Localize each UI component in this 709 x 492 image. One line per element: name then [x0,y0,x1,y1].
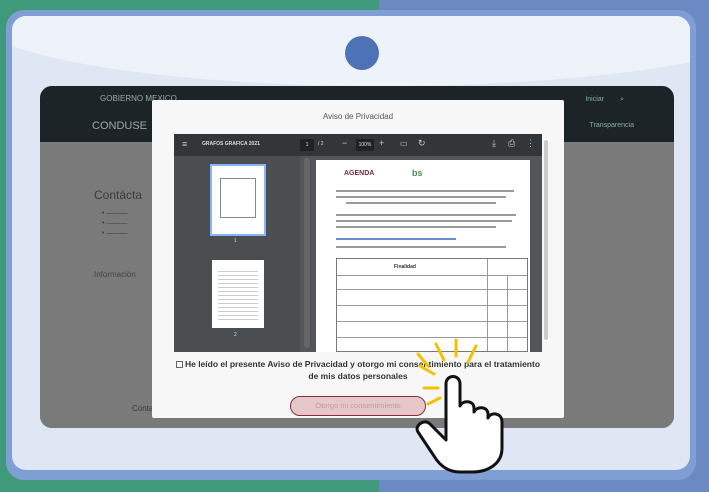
pdf-viewer: ≡ GRAFOS GRAFICA 2021 1 / 2 − 100% + ▭ ↻… [174,134,542,352]
document-text-line [346,202,496,204]
screen: GOBIERNO MEXICO CONDUSE Iniciar ⌕ Transp… [40,86,674,428]
document-text-line [336,246,506,248]
page-number-input[interactable]: 1 [300,139,314,151]
side-bullet: • ——— [102,230,128,237]
document-text-line [336,226,496,228]
zoom-in-icon[interactable]: + [379,138,384,148]
nav-link-right[interactable]: Transparencia [590,122,635,129]
zoom-out-icon[interactable]: − [342,138,347,148]
rotate-icon[interactable]: ↻ [418,138,426,149]
pdf-file-name: GRAFOS GRAFICA 2021 [202,141,260,147]
thumbnail-scrollbar[interactable] [304,158,310,348]
nav-link-2[interactable]: ⌕ [620,96,624,104]
pdf-page: AGENDA bs Finalidad [316,160,530,352]
thumbnail-page-1[interactable] [210,164,266,236]
site-brand[interactable]: CONDUSE [92,120,147,132]
thumbnail-number: 2 [234,332,237,338]
pdf-toolbar: ≡ GRAFOS GRAFICA 2021 1 / 2 − 100% + ▭ ↻… [174,134,542,156]
zoom-input[interactable]: 100% [356,139,374,151]
side-bullet: • ——— [102,210,128,217]
info-label: Información [94,270,136,279]
more-options-icon[interactable]: ⋮ [526,138,535,149]
contact-heading: Contácta [94,188,143,202]
thumbnail-number: 1 [234,238,237,244]
document-logo-secondary: bs [412,168,423,178]
document-text-line [336,220,512,222]
side-bullet: • ——— [102,220,128,227]
fit-page-icon[interactable]: ▭ [400,139,408,148]
document-text-line [336,196,506,198]
table-heading: Finalidad [394,264,416,270]
tablet-inner: GOBIERNO MEXICO CONDUSE Iniciar ⌕ Transp… [12,16,690,470]
thumbnail-page-2[interactable] [212,260,264,328]
nav-link-1[interactable]: Iniciar [585,96,604,103]
tablet-frame: GOBIERNO MEXICO CONDUSE Iniciar ⌕ Transp… [6,10,696,480]
document-text-line [336,190,514,192]
page-total: / 2 [318,141,324,147]
menu-icon[interactable]: ≡ [182,139,187,149]
download-icon[interactable]: ⤓ [492,138,496,149]
document-logo: AGENDA [344,170,375,177]
consent-checkbox[interactable] [175,361,183,369]
document-link-line [336,238,456,240]
pointing-hand-icon [415,338,504,474]
print-icon[interactable]: ⎙ [508,138,515,149]
thumbnail-sidebar: 1 2 [174,156,300,352]
modal-scrollbar[interactable] [544,140,548,340]
modal-title: Aviso de Privacidad [322,112,394,121]
camera-icon [345,36,379,70]
document-text-line [336,214,516,216]
